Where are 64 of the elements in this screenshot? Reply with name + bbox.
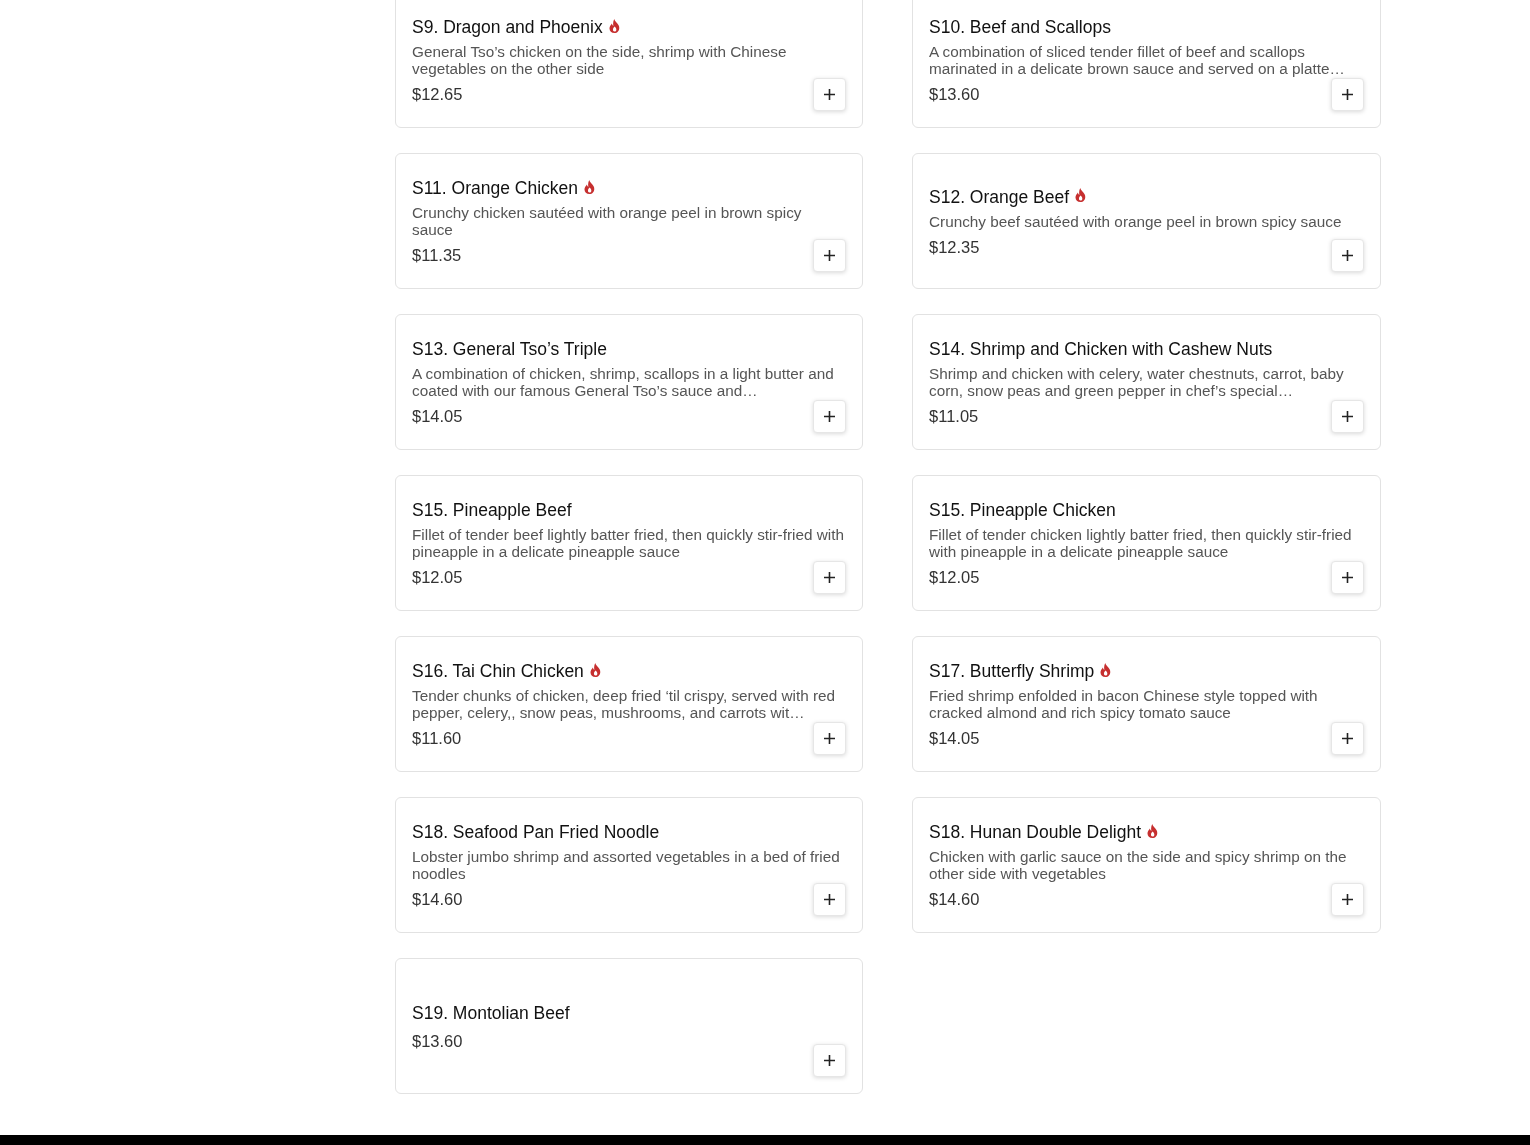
add-button[interactable] xyxy=(813,239,846,272)
add-button[interactable] xyxy=(813,883,846,916)
plus-icon xyxy=(824,1055,835,1066)
dish-price: $11.05 xyxy=(929,406,979,426)
plus-icon xyxy=(1342,572,1353,583)
dish-price: $14.60 xyxy=(412,889,463,909)
dish-name: S10. Beef and Scallops xyxy=(929,16,1111,38)
add-button[interactable] xyxy=(813,722,846,755)
dish-price: $12.05 xyxy=(412,567,463,587)
dish-description: Fillet of tender chicken lightly batter fried, then quickly stir-fried with pineapple in a delicate pineapple sauce xyxy=(929,526,1353,560)
dish-description: Fried shrimp enfolded in bacon Chinese style topped with cracked almond and rich spicy tomato sauce xyxy=(929,687,1319,721)
add-button[interactable] xyxy=(1331,883,1364,916)
dish-name: S18. Hunan Double Delight xyxy=(929,821,1142,843)
add-button[interactable] xyxy=(813,561,846,594)
add-button[interactable] xyxy=(813,400,846,433)
add-button[interactable] xyxy=(1331,561,1364,594)
dish-description: Crunchy chicken sautéed with orange peel in brown spicy sauce xyxy=(412,204,803,238)
plus-icon xyxy=(824,250,835,261)
add-button[interactable] xyxy=(1331,239,1364,272)
dish-name: S15. Pineapple Chicken xyxy=(929,499,1116,521)
add-button[interactable] xyxy=(813,78,846,111)
dish-price: $12.05 xyxy=(929,567,980,587)
dish-description: Chicken with garlic sauce on the side and spicy shrimp on the other side with vegetables xyxy=(929,848,1348,882)
add-button[interactable] xyxy=(1331,722,1364,755)
dish-description: Tender chunks of chicken, deep fried ‘til crispy, served with red pepper, celery,, snow peas, mushrooms, and carrots wit… xyxy=(412,687,837,721)
plus-icon xyxy=(1342,733,1353,744)
dish-description: A combination of chicken, shrimp, scallops in a light butter and coated with our famous General Tso’s sauce and… xyxy=(412,365,835,399)
plus-icon xyxy=(1342,894,1353,905)
dish-name: S18. Seafood Pan Fried Noodle xyxy=(412,821,660,843)
dish-price: $12.65 xyxy=(412,84,463,104)
dish-name: S13. General Tso’s Triple xyxy=(412,338,607,360)
plus-icon xyxy=(824,733,835,744)
dish-description: Lobster jumbo shrimp and assorted vegetables in a bed of fried noodles xyxy=(412,848,841,882)
add-button[interactable] xyxy=(1331,78,1364,111)
dish-price: $14.60 xyxy=(929,889,980,909)
plus-icon xyxy=(1342,411,1353,422)
add-button[interactable] xyxy=(1331,400,1364,433)
dish-name: S9. Dragon and Phoenix xyxy=(412,16,603,38)
plus-icon xyxy=(824,572,835,583)
dish-price: $12.35 xyxy=(929,236,980,257)
dish-price: $13.60 xyxy=(929,84,980,104)
dish-description: A combination of sliced tender fillet of beef and scallops marinated in a delicate brown sauce and served on a platte… xyxy=(929,43,1346,77)
plus-icon xyxy=(824,411,835,422)
dish-name: S17. Butterfly Shrimp xyxy=(929,660,1095,682)
dish-name: S15. Pineapple Beef xyxy=(412,499,572,521)
dish-description: Crunchy beef sautéed with orange peel in brown spicy sauce xyxy=(929,212,1343,230)
dish-description: General Tso’s chicken on the side, shrimp with Chinese vegetables on the other side xyxy=(412,43,788,77)
dish-description: Fillet of tender beef lightly batter fried, then quickly stir-fried with pineapple in a delicate pineapple sauce xyxy=(412,526,845,560)
plus-icon xyxy=(824,894,835,905)
add-button[interactable] xyxy=(813,1044,846,1077)
dish-name: S12. Orange Beef xyxy=(929,185,1070,208)
dish-name: S11. Orange Chicken xyxy=(412,177,579,199)
dish-price: $13.60 xyxy=(412,1030,463,1051)
dish-price: $14.05 xyxy=(929,728,980,748)
dish-price: $14.05 xyxy=(412,406,463,426)
plus-icon xyxy=(1342,250,1353,261)
plus-icon xyxy=(1342,89,1353,100)
dish-price: $11.60 xyxy=(412,728,462,748)
dish-name: S14. Shrimp and Chicken with Cashew Nuts xyxy=(929,338,1273,360)
dish-name: S16. Tai Chin Chicken xyxy=(412,660,584,682)
dish-description: Shrimp and chicken with celery, water chestnuts, carrot, baby corn, snow peas and green pepper in chef’s special… xyxy=(929,365,1345,399)
dish-price: $11.35 xyxy=(412,245,462,265)
plus-icon xyxy=(824,89,835,100)
dish-name: S19. Montolian Beef xyxy=(412,1001,570,1024)
